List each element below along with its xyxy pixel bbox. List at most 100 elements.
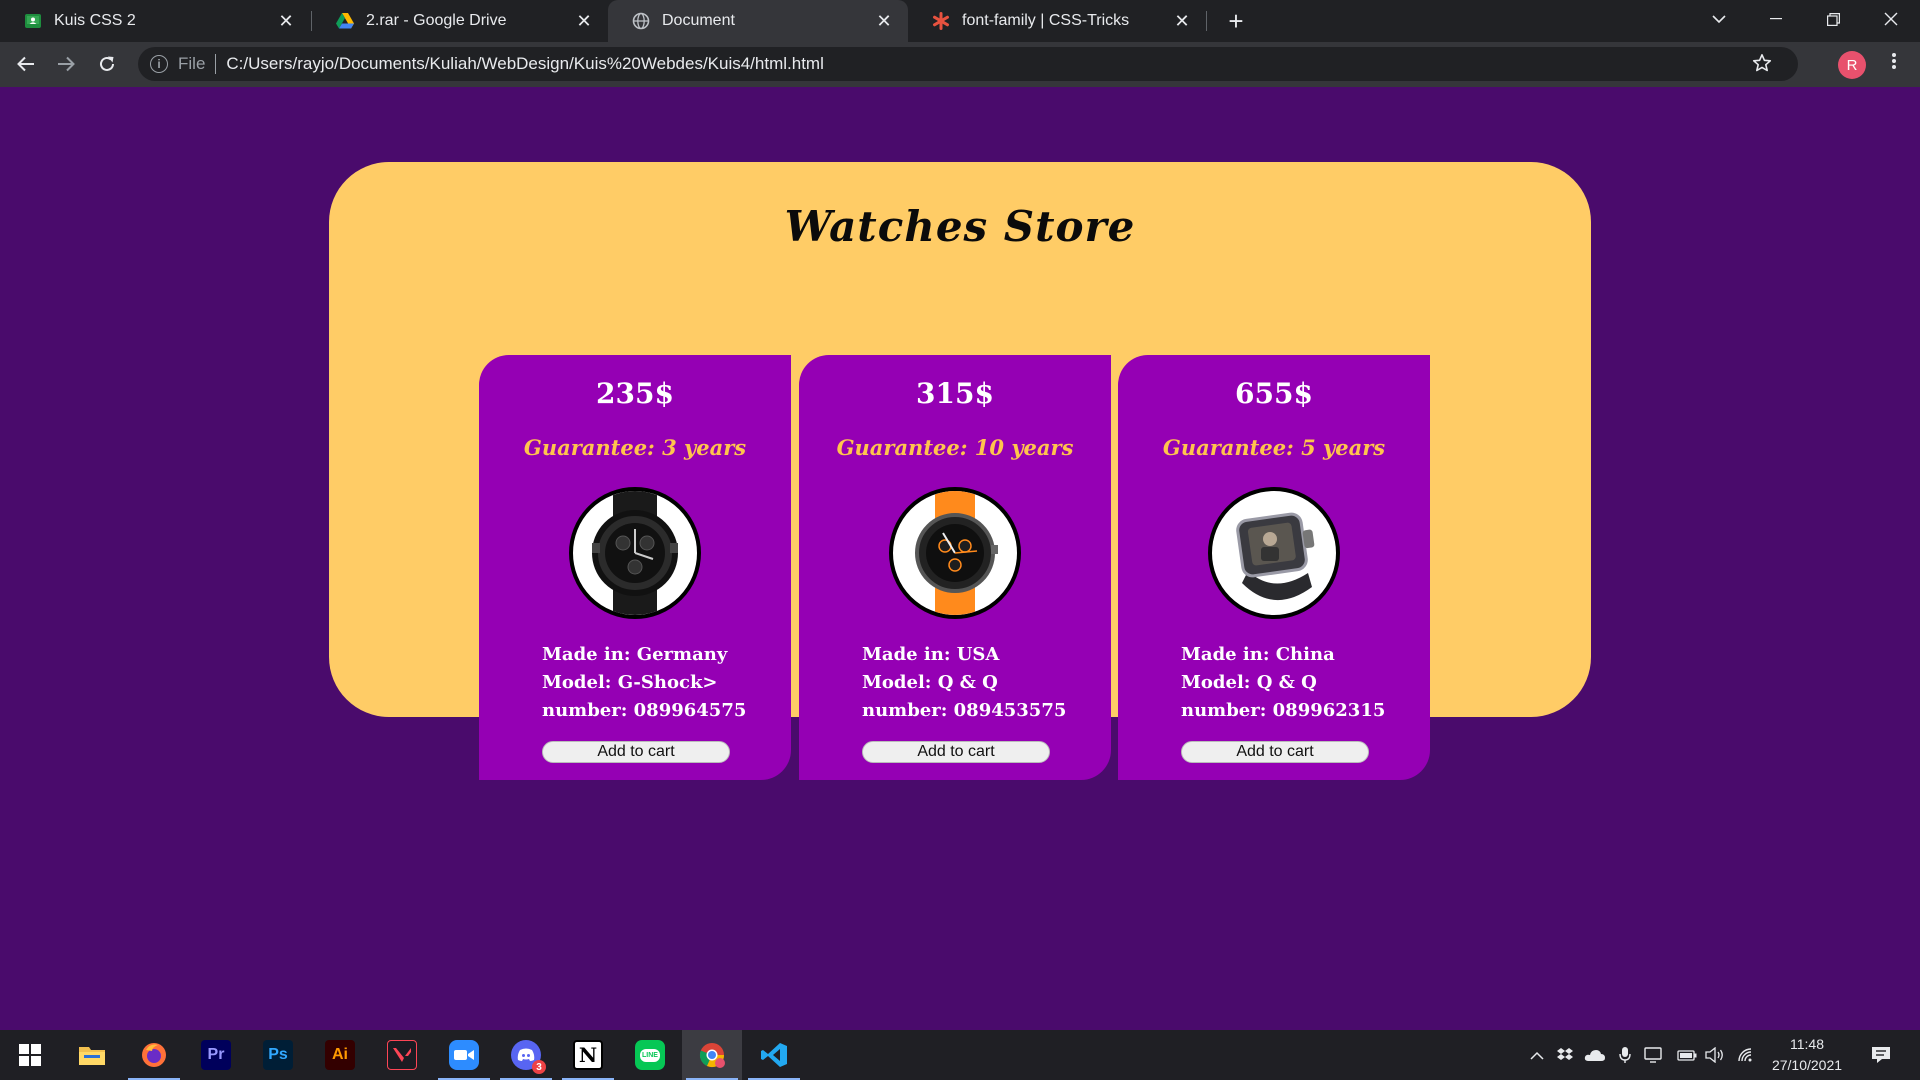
tab-strip: Kuis CSS 2 ✕ 2.rar - Google Drive ✕ Docu…	[0, 0, 1920, 42]
system-clock[interactable]: 11:48 27/10/2021	[1766, 1034, 1848, 1076]
restore-icon	[1826, 12, 1840, 26]
taskbar-notion[interactable]: N	[558, 1030, 618, 1080]
google-classroom-icon	[24, 12, 42, 30]
wifi-icon[interactable]	[1733, 1030, 1759, 1080]
taskbar-chrome[interactable]	[682, 1030, 742, 1080]
taskbar-illustrator[interactable]: Ai	[310, 1030, 370, 1080]
tab-close-icon[interactable]: ✕	[574, 11, 594, 31]
arrow-left-icon	[17, 56, 34, 72]
firefox-icon	[142, 1043, 166, 1067]
discord-badge: 3	[532, 1060, 546, 1074]
tab-css-tricks[interactable]: font-family | CSS-Tricks ✕	[908, 0, 1206, 42]
product-model: Model: Q & Q	[1181, 672, 1317, 693]
product-price: 235$	[596, 377, 674, 410]
rectangular-photo-watch-photo	[1208, 487, 1340, 619]
product-model: Model: Q & Q	[862, 672, 998, 693]
product-price: 655$	[1235, 377, 1313, 410]
taskbar-line[interactable]: LINE	[620, 1030, 680, 1080]
vs-code-icon	[761, 1043, 787, 1067]
google-drive-icon	[336, 12, 354, 30]
close-icon	[1884, 12, 1898, 26]
taskbar-discord[interactable]: 3	[496, 1030, 556, 1080]
chevron-down-icon	[1712, 14, 1726, 23]
back-button[interactable]	[10, 48, 42, 80]
product-specs: Made in: USA Model: Q & Q number: 089453…	[862, 641, 1066, 725]
taskbar: Pr Ps Ai 3 N LINE 11:48 27/10/2021	[0, 1030, 1920, 1080]
css-tricks-star-icon	[932, 12, 950, 30]
notifications-icon[interactable]	[1865, 1030, 1897, 1080]
minimize-button[interactable]	[1749, 0, 1803, 38]
omnibox-divider	[215, 54, 217, 74]
browser-toolbar: i File C:/Users/rayjo/Documents/Kuliah/W…	[0, 42, 1920, 87]
product-card: 235$ Guarantee: 3 years Made in: Germany…	[479, 355, 791, 780]
minimize-icon	[1770, 18, 1782, 20]
globe-icon	[632, 12, 650, 30]
tab-title: font-family | CSS-Tricks	[962, 12, 1130, 29]
product-origin: Made in: USA	[862, 644, 1000, 665]
profile-avatar[interactable]: R	[1838, 51, 1866, 79]
taskbar-photoshop[interactable]: Ps	[248, 1030, 308, 1080]
tab-close-icon[interactable]: ✕	[1172, 11, 1192, 31]
reload-icon	[100, 56, 114, 71]
tab-title: 2.rar - Google Drive	[366, 12, 507, 29]
taskbar-file-explorer[interactable]	[62, 1030, 122, 1080]
product-card: 655$ Guarantee: 5 years Made in: China M…	[1118, 355, 1430, 780]
taskbar-vs-code[interactable]	[744, 1030, 804, 1080]
store-panel: Watches Store 235$ Guarantee: 3 years Ma…	[329, 162, 1591, 780]
product-price: 315$	[916, 377, 994, 410]
tab-close-icon[interactable]: ✕	[874, 11, 894, 31]
product-model: Model: G-Shock>	[542, 672, 718, 693]
zoom-icon	[449, 1040, 479, 1070]
new-tab-button[interactable]: +	[1222, 6, 1250, 36]
reload-button[interactable]	[91, 48, 123, 80]
address-bar[interactable]: i File C:/Users/rayjo/Documents/Kuliah/W…	[138, 47, 1798, 81]
add-to-cart-button[interactable]: Add to cart	[1181, 741, 1369, 763]
black-sport-watch-photo	[569, 487, 701, 619]
windows-logo-icon	[19, 1044, 41, 1066]
product-origin: Made in: China	[1181, 644, 1335, 665]
clock-time: 11:48	[1790, 1036, 1824, 1052]
onedrive-icon[interactable]	[1582, 1030, 1608, 1080]
battery-icon[interactable]	[1674, 1030, 1700, 1080]
start-button[interactable]	[0, 1030, 60, 1080]
taskbar-premiere-pro[interactable]: Pr	[186, 1030, 246, 1080]
tab-title: Document	[662, 12, 735, 29]
menu-kebab-icon[interactable]	[1884, 50, 1904, 76]
taskbar-firefox[interactable]	[124, 1030, 184, 1080]
tab-kuis-css-2[interactable]: Kuis CSS 2 ✕	[0, 0, 310, 42]
microphone-icon[interactable]	[1612, 1030, 1638, 1080]
bookmark-star-icon[interactable]	[1752, 53, 1772, 79]
taskbar-valorant[interactable]	[372, 1030, 432, 1080]
product-number: number: 089453575	[862, 700, 1067, 721]
add-to-cart-button[interactable]: Add to cart	[542, 741, 730, 763]
product-guarantee: Guarantee: 10 years	[836, 435, 1074, 460]
discord-icon: 3	[511, 1040, 546, 1074]
photoshop-icon: Ps	[263, 1040, 293, 1070]
product-guarantee: Guarantee: 5 years	[1162, 435, 1386, 460]
info-icon[interactable]: i	[150, 55, 168, 73]
tab-search-button[interactable]	[1692, 0, 1746, 38]
premiere-pro-icon: Pr	[201, 1040, 231, 1070]
restore-button[interactable]	[1806, 0, 1860, 38]
forward-button[interactable]	[50, 48, 82, 80]
illustrator-icon: Ai	[325, 1040, 355, 1070]
dropbox-icon[interactable]	[1552, 1030, 1578, 1080]
tab-close-icon[interactable]: ✕	[276, 11, 296, 31]
speaker-icon[interactable]	[1702, 1030, 1728, 1080]
arrow-right-icon	[58, 56, 75, 72]
page-viewport: Watches Store 235$ Guarantee: 3 years Ma…	[0, 87, 1920, 1030]
url-scheme-label: File	[178, 54, 206, 73]
display-icon[interactable]	[1640, 1030, 1666, 1080]
product-number: number: 089964575	[542, 700, 747, 721]
product-card: 315$ Guarantee: 10 years Made in: USA Mo	[799, 355, 1111, 780]
notion-icon: N	[573, 1040, 603, 1070]
close-window-button[interactable]	[1864, 0, 1918, 38]
tab-google-drive[interactable]: 2.rar - Google Drive ✕	[312, 0, 608, 42]
folder-icon	[79, 1047, 105, 1065]
tab-document[interactable]: Document ✕	[608, 0, 908, 42]
taskbar-zoom[interactable]	[434, 1030, 494, 1080]
add-to-cart-button[interactable]: Add to cart	[862, 741, 1050, 763]
product-specs: Made in: Germany Model: G-Shock> number:…	[542, 641, 746, 725]
url-text[interactable]: C:/Users/rayjo/Documents/Kuliah/WebDesig…	[226, 54, 823, 74]
tray-chevron-up-icon[interactable]	[1524, 1030, 1550, 1080]
